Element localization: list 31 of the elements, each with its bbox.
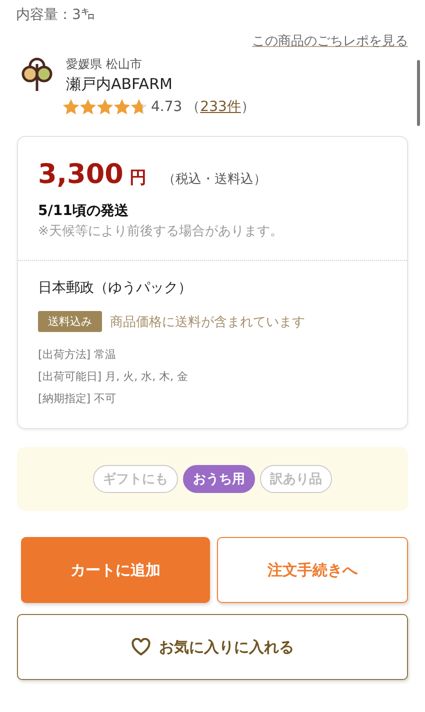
add-to-cart-button[interactable]: カートに追加 [21, 537, 210, 603]
heart-icon [131, 638, 151, 656]
star-icon [130, 98, 148, 116]
bracket-text: （ [186, 98, 200, 116]
shipping-detail: [納期指定] 不可 [38, 391, 118, 407]
star-icon [79, 98, 97, 116]
review-count-link[interactable]: 233件 [200, 98, 241, 116]
star-icon [113, 98, 131, 116]
tree-logo-icon [20, 56, 54, 92]
shipping-badge: 送料込み [38, 311, 102, 332]
producer-name: 瀬戸内ABFARM [66, 75, 174, 94]
bracket-text: ） [240, 98, 255, 116]
tag-chip[interactable]: おうち用 [183, 465, 255, 493]
currency: 円 [129, 167, 146, 189]
content-amount: 内容量：3㌔ [15, 6, 96, 24]
star-icon [96, 98, 114, 116]
price: 3,300 [38, 159, 124, 190]
tax-note: （税込・送料込） [162, 171, 266, 188]
ship-note: ※天候等により前後する場合があります。 [38, 223, 284, 240]
producer-region: 愛媛県 松山市 [66, 56, 143, 73]
shipping-detail: [出荷可能日] 月, 火, 水, 木, 金 [38, 369, 190, 385]
carrier: 日本郵政（ゆうパック） [38, 279, 193, 297]
star-icon [62, 98, 80, 116]
review-link[interactable]: この商品のごちレポを見る [252, 32, 408, 50]
ship-date: 5/11頃の発送 [38, 202, 130, 220]
rating-value: 4.73 [151, 99, 182, 115]
shipping-detail: [出荷方法] 常温 [38, 347, 118, 363]
checkout-button[interactable]: 注文手続きへ [217, 537, 408, 603]
favorite-button[interactable]: お気に入りに入れる [17, 614, 408, 680]
badge-note: 商品価格に送料が含まれています [110, 314, 305, 330]
scrollbar[interactable] [417, 60, 420, 126]
